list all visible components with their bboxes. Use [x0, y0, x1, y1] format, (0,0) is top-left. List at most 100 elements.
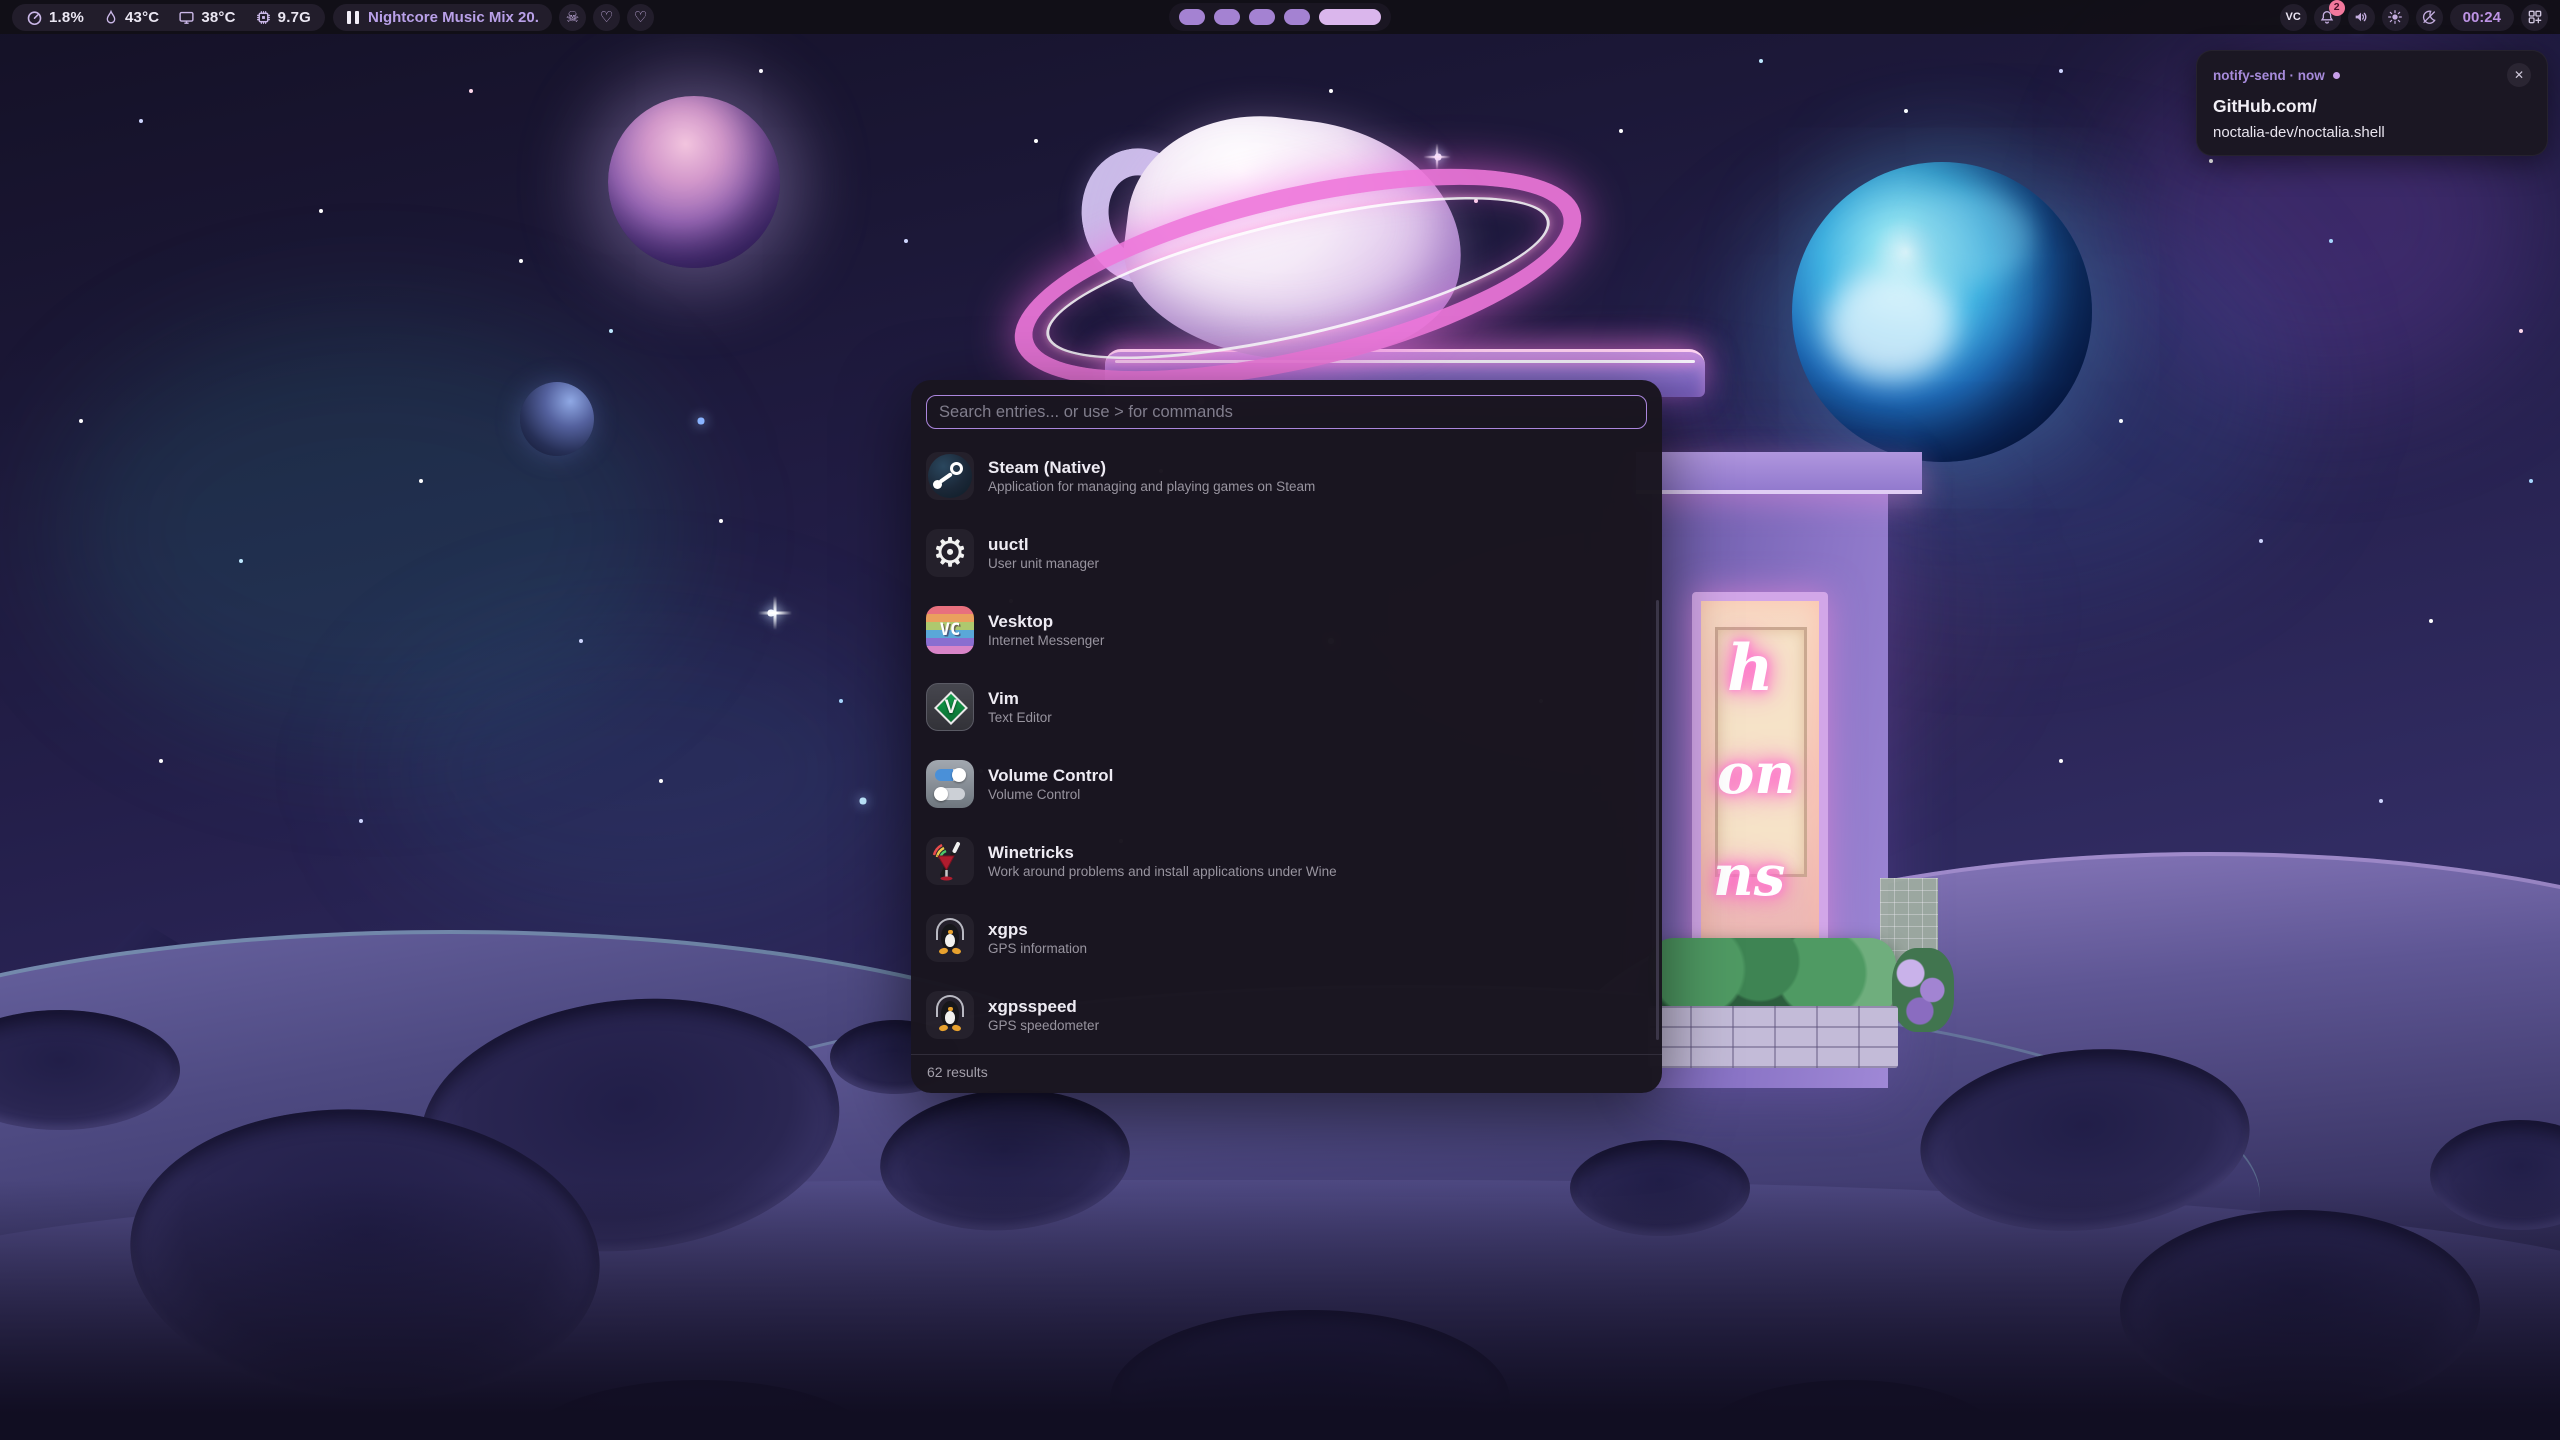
app-description: Application for managing and playing gam… [988, 480, 1315, 494]
workspace-pill[interactable] [1214, 9, 1240, 25]
notification-toast[interactable]: notify-send · now ✕ GitHub.com/ noctalia… [2196, 50, 2548, 156]
memory-usage-value: 9.7G [278, 9, 311, 26]
notification-title: GitHub.com/ [2213, 96, 2531, 117]
app-description: Work around problems and install applica… [988, 865, 1337, 879]
building-roof [1636, 452, 1922, 494]
launcher-item-xgps[interactable]: xgps GPS information [926, 914, 1636, 962]
app-dashboard-button[interactable] [2521, 4, 2548, 31]
workspace-pill[interactable] [1249, 9, 1275, 25]
grid-plus-icon [2527, 9, 2543, 25]
launcher-item-xgpsspeed[interactable]: xgpsspeed GPS speedometer [926, 991, 1636, 1039]
close-icon[interactable]: ✕ [2507, 63, 2531, 87]
neon-letter: h [1727, 631, 1774, 706]
speaker-icon [2353, 9, 2369, 25]
pause-icon [347, 11, 359, 24]
notification-header: notify-send · now ✕ [2213, 63, 2531, 87]
app-description: Text Editor [988, 711, 1052, 725]
sparkle-star [1423, 143, 1450, 170]
notification-meta: notify-send · now [2213, 68, 2325, 83]
clock-time: 00:24 [2463, 9, 2501, 26]
clock-widget[interactable]: 00:24 [2450, 4, 2514, 31]
app-name: Vesktop [988, 613, 1104, 630]
gear-icon: ⚙ [926, 529, 974, 577]
small-planet [520, 382, 594, 456]
launcher-item-vim[interactable]: V Vim Text Editor [926, 683, 1636, 731]
cpu-temperature: 43°C [103, 9, 159, 26]
volume-control-icon [926, 760, 974, 808]
app-launcher-panel: Steam (Native) Application for managing … [911, 380, 1662, 1093]
notifications-button[interactable]: 2 [2314, 4, 2341, 31]
brightness-button[interactable] [2382, 4, 2409, 31]
neon-letter: on [1717, 741, 1795, 807]
workspace-pill[interactable] [1284, 9, 1310, 25]
vesktop-tray-button[interactable]: VC [2280, 4, 2307, 31]
workspace-indicator[interactable] [1169, 3, 1391, 31]
top-bar: 1.8% 43°C 38°C 9.7G Nightcore Music Mix … [0, 0, 2560, 34]
notification-body: noctalia-dev/noctalia.shell [2213, 124, 2531, 141]
system-stats-widget[interactable]: 1.8% 43°C 38°C 9.7G [12, 4, 325, 31]
sun-icon [2387, 9, 2403, 25]
earth-planet [1792, 162, 2092, 462]
flame-icon [103, 9, 119, 26]
media-title: Nightcore Music Mix 20... [368, 9, 538, 26]
gauge-icon [26, 9, 43, 26]
steam-icon [926, 452, 974, 500]
vim-icon: V [926, 683, 974, 731]
cpu-usage-value: 1.8% [49, 9, 84, 26]
tux-gps-icon [926, 991, 974, 1039]
nebula-cyan [380, 620, 900, 920]
unread-dot [2333, 72, 2340, 79]
app-description: Internet Messenger [988, 634, 1104, 648]
sparkle-star [758, 596, 792, 630]
launcher-item-winetricks[interactable]: Winetricks Work around problems and inst… [926, 837, 1636, 885]
app-description: GPS speedometer [988, 1019, 1099, 1033]
footer-divider [911, 1054, 1662, 1055]
night-light-button[interactable] [2416, 4, 2443, 31]
tux-gps-icon [926, 914, 974, 962]
heart-toggle-button[interactable]: ♡ [593, 4, 620, 31]
app-name: Winetricks [988, 844, 1337, 861]
skull-toggle-button[interactable]: ☠ [559, 4, 586, 31]
app-name: uuctl [988, 536, 1099, 553]
app-description: Volume Control [988, 788, 1113, 802]
app-name: Volume Control [988, 767, 1113, 784]
volume-button[interactable] [2348, 4, 2375, 31]
bottom-vignette [0, 1180, 2560, 1440]
gpu-temperature: 38°C [178, 9, 235, 26]
planter-box [1648, 1006, 1898, 1068]
launcher-item-uuctl[interactable]: ⚙ uuctl User unit manager [926, 529, 1636, 577]
launcher-item-volume-control[interactable]: Volume Control Volume Control [926, 760, 1636, 808]
media-player-widget[interactable]: Nightcore Music Mix 20... [333, 4, 552, 31]
skull-icon: ☠ [566, 10, 579, 25]
launcher-search-input[interactable] [926, 395, 1647, 429]
chip-icon [255, 9, 272, 26]
vesktop-tray-icon: VC [2285, 12, 2300, 23]
heart-icon: ♡ [634, 10, 647, 25]
display-icon [178, 9, 195, 26]
flower-bush [1892, 948, 1954, 1032]
winetricks-icon [926, 837, 974, 885]
cpu-temperature-value: 43°C [125, 9, 159, 26]
app-description: GPS information [988, 942, 1087, 956]
purple-planet [608, 96, 780, 268]
launcher-item-steam[interactable]: Steam (Native) Application for managing … [926, 452, 1636, 500]
notification-count-badge: 2 [2329, 0, 2345, 16]
gpu-temperature-value: 38°C [201, 9, 235, 26]
app-name: Vim [988, 690, 1052, 707]
desktop: h on ns 1.8% 43 [0, 0, 2560, 1440]
neon-letter: ns [1713, 843, 1785, 909]
workspace-pill-active[interactable] [1319, 9, 1381, 25]
cpu-usage: 1.8% [26, 9, 84, 26]
launcher-item-vesktop[interactable]: VC Vesktop Internet Messenger [926, 606, 1636, 654]
moon-slash-icon [2421, 9, 2437, 25]
app-name: Steam (Native) [988, 459, 1315, 476]
app-name: xgpsspeed [988, 998, 1099, 1015]
scrollbar[interactable] [1656, 600, 1659, 1040]
memory-usage: 9.7G [255, 9, 311, 26]
heart-toggle-button[interactable]: ♡ [627, 4, 654, 31]
app-description: User unit manager [988, 557, 1099, 571]
results-count: 62 results [927, 1064, 988, 1080]
workspace-pill[interactable] [1179, 9, 1205, 25]
building-window: h on ns [1692, 592, 1828, 964]
top-bar-right: VC 2 00:24 [2273, 4, 2548, 31]
